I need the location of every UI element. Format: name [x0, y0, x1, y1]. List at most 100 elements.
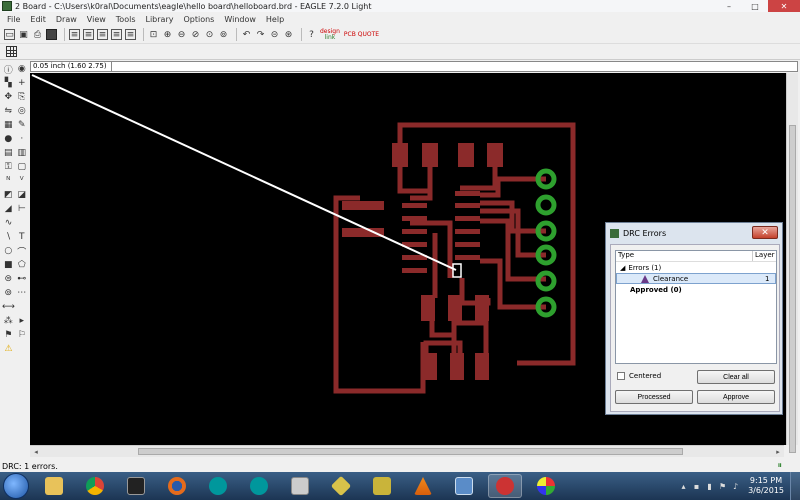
taskbar-arduino-1[interactable] [201, 474, 235, 498]
ulp-icon[interactable]: ≡ [97, 29, 108, 40]
scroll-right-icon[interactable]: ▸ [772, 446, 784, 457]
zoom-fit-icon[interactable]: ⊡ [148, 29, 159, 40]
drc-error-list[interactable]: Type Layer ◢ Errors (1) Clearance 1 Appr… [615, 250, 777, 364]
menu-draw[interactable]: Draw [51, 15, 82, 24]
show-icon[interactable]: ◉ [17, 64, 28, 75]
text-icon[interactable]: T [17, 232, 28, 243]
taskbar-paint[interactable] [529, 474, 563, 498]
expand-arrow-icon[interactable]: ◢ [620, 264, 625, 272]
errors-group-row[interactable]: ◢ Errors (1) [616, 262, 776, 273]
errors-icon[interactable]: ⚐ [17, 330, 28, 341]
redo-icon[interactable]: ↷ [255, 29, 266, 40]
signal-icon[interactable]: ⊷ [17, 274, 28, 285]
taskbar-window-app[interactable] [447, 474, 481, 498]
route-icon[interactable]: ⊢ [17, 204, 28, 215]
add-icon[interactable]: ▤ [3, 148, 14, 159]
paste-icon[interactable]: ● [3, 134, 14, 145]
value-icon[interactable]: ⱽ [17, 176, 28, 187]
script-icon[interactable]: ≡ [111, 29, 122, 40]
ratsnest-icon[interactable]: ⁂ [3, 316, 14, 327]
rect-icon[interactable]: ■ [3, 260, 14, 271]
approve-button[interactable]: Approve [697, 390, 775, 404]
drc-icon[interactable]: ⚑ [3, 330, 14, 341]
volume-icon[interactable]: ♪ [731, 482, 740, 491]
copy-icon[interactable]: ⎘ [17, 92, 28, 103]
mark-icon[interactable]: + [17, 78, 28, 89]
library-icon[interactable]: ≡ [125, 29, 136, 40]
system-clock[interactable]: 9:15 PM 3/6/2015 [748, 476, 784, 496]
move-icon[interactable]: ✥ [3, 92, 14, 103]
polygon-icon[interactable]: ⬠ [17, 260, 28, 271]
change-icon[interactable]: ✎ [17, 120, 28, 131]
taskbar-terminal[interactable] [119, 474, 153, 498]
menu-options[interactable]: Options [178, 15, 219, 24]
menu-library[interactable]: Library [141, 15, 179, 24]
zoom-select-icon[interactable]: ⊙ [204, 29, 215, 40]
warning-icon[interactable]: ⚠ [3, 344, 14, 355]
clearance-error-box[interactable] [452, 263, 462, 278]
lock-icon[interactable]: ⚿ [3, 162, 14, 173]
menu-help[interactable]: Help [261, 15, 289, 24]
go-icon[interactable]: ⊛ [283, 29, 294, 40]
taskbar-eagle[interactable] [488, 474, 522, 498]
undo-icon[interactable]: ↶ [241, 29, 252, 40]
miter-icon[interactable]: ◢ [3, 204, 14, 215]
taskbar-arduino-2[interactable] [242, 474, 276, 498]
minimize-button[interactable]: – [716, 0, 742, 12]
stop-icon[interactable]: ⊝ [269, 29, 280, 40]
horizontal-scroll-thumb[interactable] [138, 448, 683, 455]
zoom-in-icon[interactable]: ⊕ [162, 29, 173, 40]
close-button[interactable]: ✕ [768, 0, 800, 12]
group-icon[interactable]: ▦ [3, 120, 14, 131]
pcb-quote-button[interactable]: PCB QUOTE [344, 31, 379, 38]
dimension-icon[interactable]: ⟷ [2, 302, 15, 313]
open-folder-icon[interactable]: ▭ [4, 29, 15, 40]
info-icon[interactable]: ⓘ [3, 64, 14, 76]
menu-tools[interactable]: Tools [111, 15, 141, 24]
clear-all-button[interactable]: Clear all [697, 370, 775, 384]
network-icon[interactable]: ▮ [705, 482, 714, 491]
start-button[interactable] [3, 473, 29, 499]
taskbar-puzzle-app[interactable] [365, 474, 399, 498]
flag-icon[interactable]: ⚑ [718, 482, 727, 491]
optimize-icon[interactable]: ◪ [17, 190, 28, 201]
zoom-area-icon[interactable]: ⊚ [218, 29, 229, 40]
taskbar-3d-app[interactable] [324, 474, 358, 498]
help-icon[interactable]: ? [306, 29, 317, 40]
taskbar-vlc[interactable] [406, 474, 440, 498]
approved-group-row[interactable]: Approved (0) [616, 284, 776, 295]
autorouter-icon[interactable]: ▸ [17, 316, 28, 327]
menu-file[interactable]: File [2, 15, 25, 24]
horizontal-scrollbar[interactable]: ◂ ▸ [30, 445, 784, 457]
arc-icon[interactable]: ⌒ [17, 246, 28, 258]
tray-expand-icon[interactable]: ▴ [679, 482, 688, 491]
grid-icon[interactable] [6, 46, 17, 57]
cam-processor-icon[interactable] [46, 29, 57, 40]
processed-button[interactable]: Processed [615, 390, 693, 404]
menu-window[interactable]: Window [219, 15, 261, 24]
show-desktop-button[interactable] [790, 472, 800, 500]
taskbar-firefox[interactable] [160, 474, 194, 498]
column-layer[interactable]: Layer [753, 251, 776, 261]
tray-app-icon[interactable]: ▪ [692, 482, 701, 491]
designlink-logo[interactable]: design link [320, 28, 340, 41]
board-icon[interactable]: ≡ [83, 29, 94, 40]
mirror-icon[interactable]: ⇋ [3, 106, 14, 117]
scroll-left-icon[interactable]: ◂ [30, 446, 42, 457]
vertical-scrollbar[interactable] [786, 73, 798, 453]
menu-view[interactable]: View [82, 15, 111, 24]
hole-icon[interactable]: ⊚ [3, 288, 14, 299]
display-layers-icon[interactable]: ▚ [3, 78, 14, 89]
circle-icon[interactable]: ○ [3, 246, 14, 257]
rotate-icon[interactable]: ◎ [17, 106, 28, 117]
taskbar-chrome[interactable] [78, 474, 112, 498]
delete-icon[interactable]: · [17, 134, 28, 145]
column-type[interactable]: Type [616, 251, 753, 261]
attribute-icon[interactable]: ⋯ [17, 288, 28, 299]
taskbar-pdf[interactable] [283, 474, 317, 498]
print-icon[interactable]: ⎙ [32, 29, 43, 40]
schematic-icon[interactable]: ≡ [69, 29, 80, 40]
replace-icon[interactable]: ▥ [17, 148, 28, 159]
centered-checkbox[interactable] [617, 372, 625, 380]
menu-edit[interactable]: Edit [25, 15, 51, 24]
